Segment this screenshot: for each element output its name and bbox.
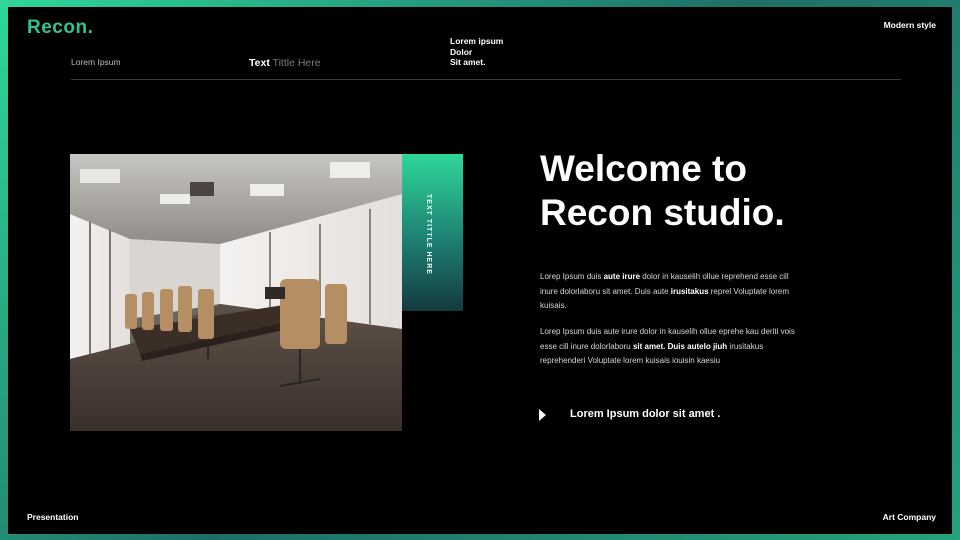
- para-1-bold-2: irusitakus: [670, 286, 709, 296]
- nav-item-3-line-1: Lorem ipsum: [450, 36, 504, 46]
- footer-presentation: Presentation: [27, 512, 79, 522]
- nav-item-3-line-2: Dolor: [450, 46, 473, 57]
- brand-name: Recon: [27, 17, 88, 38]
- footer-company: Art Company: [882, 512, 936, 522]
- style-label: Modern style: [883, 20, 936, 30]
- play-arrow-icon[interactable]: [539, 409, 546, 421]
- nav-item-lorem-dolor[interactable]: Lorem ipsum Dolor Sit amet.: [450, 36, 503, 68]
- conference-room-photo: [70, 154, 402, 431]
- headline-line-2: Recon studio.: [540, 192, 785, 233]
- para-1-bold-1: aute irure: [603, 272, 641, 281]
- side-title-text: TEXT TITTLE HERE: [425, 194, 432, 275]
- para-1-text-1: Lorep Ipsum duis: [540, 272, 604, 281]
- para-2-bold-1: sit amet. Duis autelo jiuh: [632, 341, 728, 351]
- nav-item-text-strong: Text: [249, 57, 270, 69]
- conference-room-illustration: [70, 154, 402, 431]
- body-paragraph-2: Lorep Ipsum duis aute irure dolor in kau…: [540, 325, 800, 369]
- slide: Recon. Modern style Lorem Ipsum Text Tit…: [8, 7, 952, 534]
- body-paragraph-1: Lorep Ipsum duis aute irure dolor in kau…: [540, 270, 800, 314]
- header-divider: [71, 79, 901, 80]
- nav-item-text-title[interactable]: Text Tittle Here: [249, 57, 321, 69]
- nav-item-text-light: Tittle Here: [272, 57, 321, 69]
- brand-logo[interactable]: Recon.: [27, 17, 93, 39]
- brand-dot: .: [87, 17, 94, 38]
- side-title-tab: TEXT TITTLE HERE: [402, 154, 463, 311]
- nav-item-lorem-ipsum[interactable]: Lorem Ipsum: [71, 57, 121, 67]
- cta-link[interactable]: Lorem Ipsum dolor sit amet .: [570, 408, 720, 420]
- slide-frame: Recon. Modern style Lorem Ipsum Text Tit…: [0, 0, 960, 540]
- headline-line-1: Welcome to: [540, 148, 747, 189]
- nav-item-3-line-3: Sit amet.: [450, 57, 486, 67]
- page-title: Welcome to Recon studio.: [540, 147, 860, 235]
